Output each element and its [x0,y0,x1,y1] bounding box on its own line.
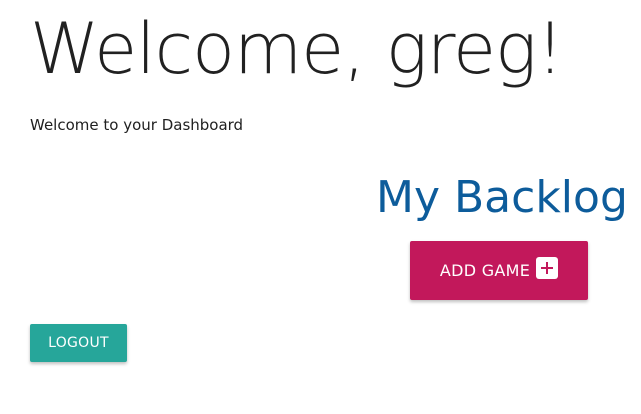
backlog-heading: My Backlog [376,172,628,223]
plus-icon [536,256,559,279]
dashboard-page: Welcome, greg! Welcome to your Dashboard… [0,0,641,414]
logout-button[interactable]: LOGOUT [30,324,127,362]
welcome-heading: Welcome, greg! [30,8,564,90]
add-game-button[interactable]: ADD GAME [410,241,588,300]
add-game-label: ADD GAME [439,261,531,280]
welcome-subtitle: Welcome to your Dashboard [30,116,244,134]
